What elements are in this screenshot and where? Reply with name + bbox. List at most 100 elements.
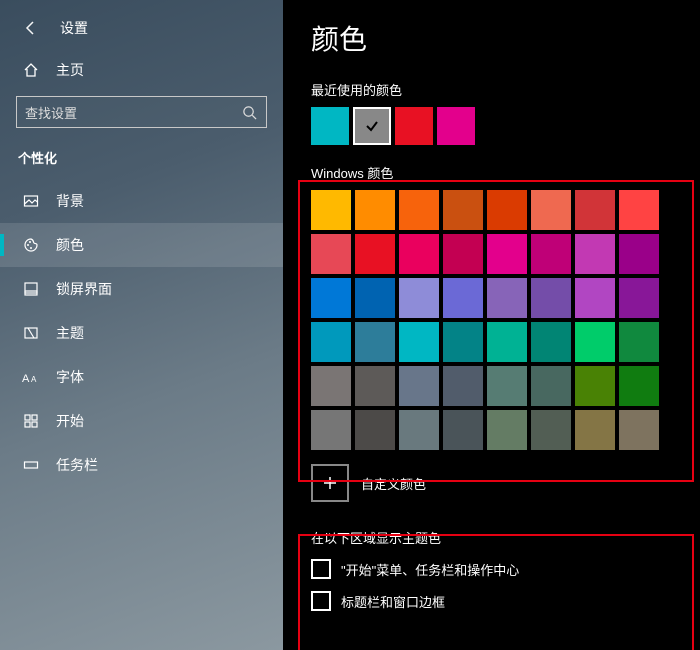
palette-color-swatch[interactable]	[443, 278, 483, 318]
svg-text:A: A	[22, 373, 30, 384]
sidebar-item-label: 背景	[56, 191, 84, 211]
sidebar-item-taskbar[interactable]: 任务栏	[0, 443, 283, 487]
palette-color-swatch[interactable]	[399, 366, 439, 406]
palette-color-swatch[interactable]	[619, 366, 659, 406]
palette-color-swatch[interactable]	[355, 234, 395, 274]
palette-color-swatch[interactable]	[487, 278, 527, 318]
checkbox-start-taskbar[interactable]: "开始"菜单、任务栏和操作中心	[311, 559, 700, 579]
main-pane: 颜色 最近使用的颜色 Windows 颜色 自定义颜色 在以下区域显示主题色 "…	[283, 0, 700, 650]
palette-color-swatch[interactable]	[399, 234, 439, 274]
palette-color-swatch[interactable]	[575, 278, 615, 318]
palette-color-swatch[interactable]	[619, 410, 659, 450]
sidebar-item-lockscreen[interactable]: 锁屏界面	[0, 267, 283, 311]
recent-color-swatch[interactable]	[353, 107, 391, 145]
themes-icon	[22, 324, 40, 342]
palette-color-swatch[interactable]	[443, 410, 483, 450]
palette-color-swatch[interactable]	[355, 190, 395, 230]
palette-color-swatch[interactable]	[619, 190, 659, 230]
svg-text:A: A	[31, 375, 37, 384]
palette-color-swatch[interactable]	[399, 322, 439, 362]
sidebar-item-label: 主题	[56, 323, 84, 343]
back-button[interactable]	[22, 19, 40, 37]
sidebar-section-label: 个性化	[0, 140, 283, 175]
palette-color-swatch[interactable]	[619, 278, 659, 318]
palette-color-swatch[interactable]	[311, 234, 351, 274]
palette-color-swatch[interactable]	[311, 278, 351, 318]
palette-color-swatch[interactable]	[399, 190, 439, 230]
palette-color-swatch[interactable]	[619, 234, 659, 274]
sidebar-item-label: 开始	[56, 411, 84, 431]
sidebar-item-start[interactable]: 开始	[0, 399, 283, 443]
sidebar-item-fonts[interactable]: AA 字体	[0, 355, 283, 399]
palette-color-swatch[interactable]	[619, 322, 659, 362]
palette-color-swatch[interactable]	[487, 410, 527, 450]
palette-color-swatch[interactable]	[399, 278, 439, 318]
recent-colors-row	[311, 107, 700, 145]
palette-color-swatch[interactable]	[575, 366, 615, 406]
palette-color-swatch[interactable]	[443, 190, 483, 230]
search-icon	[240, 103, 258, 121]
custom-color-button[interactable]	[311, 464, 349, 502]
palette-color-swatch[interactable]	[487, 190, 527, 230]
fonts-icon: AA	[22, 368, 40, 386]
palette-color-swatch[interactable]	[311, 410, 351, 450]
page-title: 颜色	[311, 18, 700, 58]
palette-color-swatch[interactable]	[487, 366, 527, 406]
palette-color-swatch[interactable]	[355, 366, 395, 406]
window-title: 设置	[60, 18, 88, 38]
palette-color-swatch[interactable]	[487, 322, 527, 362]
palette-color-swatch[interactable]	[311, 190, 351, 230]
checkbox-icon	[311, 559, 331, 579]
taskbar-icon	[22, 456, 40, 474]
home-label: 主页	[56, 60, 84, 80]
recent-color-swatch[interactable]	[437, 107, 475, 145]
recent-color-swatch[interactable]	[395, 107, 433, 145]
recent-color-swatch[interactable]	[311, 107, 349, 145]
sidebar-item-themes[interactable]: 主题	[0, 311, 283, 355]
sidebar-nav: 背景 颜色 锁屏界面 主题 AA 字体 开始 任务栏	[0, 179, 283, 487]
search-placeholder: 查找设置	[25, 103, 77, 122]
palette-color-swatch[interactable]	[531, 366, 571, 406]
sidebar-item-label: 颜色	[56, 235, 84, 255]
palette-color-swatch[interactable]	[575, 190, 615, 230]
palette-color-swatch[interactable]	[575, 410, 615, 450]
start-icon	[22, 412, 40, 430]
sidebar-item-label: 锁屏界面	[56, 279, 112, 299]
sidebar-item-colors[interactable]: 颜色	[0, 223, 283, 267]
windows-colors-palette	[311, 190, 659, 450]
palette-color-swatch[interactable]	[443, 366, 483, 406]
palette-color-swatch[interactable]	[443, 322, 483, 362]
search-input[interactable]: 查找设置	[16, 96, 267, 128]
checkbox-titlebar[interactable]: 标题栏和窗口边框	[311, 591, 700, 611]
lockscreen-icon	[22, 280, 40, 298]
picture-icon	[22, 192, 40, 210]
windows-colors-label: Windows 颜色	[311, 163, 700, 182]
palette-color-swatch[interactable]	[575, 322, 615, 362]
palette-color-swatch[interactable]	[443, 234, 483, 274]
palette-color-swatch[interactable]	[355, 278, 395, 318]
recent-colors-label: 最近使用的颜色	[311, 80, 700, 99]
palette-color-swatch[interactable]	[311, 322, 351, 362]
palette-color-swatch[interactable]	[399, 410, 439, 450]
palette-color-swatch[interactable]	[531, 410, 571, 450]
custom-color-label: 自定义颜色	[361, 474, 426, 493]
settings-sidebar: 设置 主页 查找设置 个性化 背景 颜色 锁屏界面 主题 AA	[0, 0, 283, 650]
palette-color-swatch[interactable]	[311, 366, 351, 406]
sidebar-item-background[interactable]: 背景	[0, 179, 283, 223]
palette-icon	[22, 236, 40, 254]
palette-color-swatch[interactable]	[355, 322, 395, 362]
palette-color-swatch[interactable]	[531, 322, 571, 362]
sidebar-item-label: 字体	[56, 367, 84, 387]
accent-surfaces-label: 在以下区域显示主题色	[311, 528, 700, 547]
palette-color-swatch[interactable]	[355, 410, 395, 450]
home-icon	[22, 61, 40, 79]
sidebar-item-home[interactable]: 主页	[0, 48, 283, 92]
palette-color-swatch[interactable]	[531, 190, 571, 230]
palette-color-swatch[interactable]	[487, 234, 527, 274]
palette-color-swatch[interactable]	[531, 278, 571, 318]
checkbox-label: 标题栏和窗口边框	[341, 592, 445, 611]
palette-color-swatch[interactable]	[575, 234, 615, 274]
checkbox-icon	[311, 591, 331, 611]
checkbox-label: "开始"菜单、任务栏和操作中心	[341, 560, 519, 579]
palette-color-swatch[interactable]	[531, 234, 571, 274]
